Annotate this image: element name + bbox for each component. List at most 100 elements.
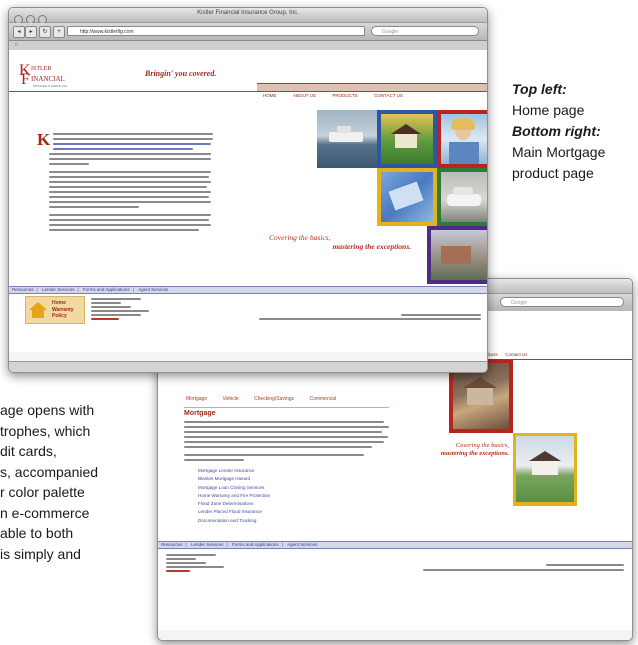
top-left-text: Home page bbox=[512, 102, 585, 118]
window-title: Kistler Financial Insurance Group, Inc. bbox=[197, 10, 299, 16]
mortgage-links-list: Mortgage Lender Insurance Blanket Mortga… bbox=[198, 467, 270, 525]
address-bar[interactable]: http://www.kistlerfig.com bbox=[67, 26, 365, 36]
footer-agent-link[interactable]: Agent Services bbox=[138, 287, 168, 292]
link-documentation[interactable]: Documentation and Tracking bbox=[198, 517, 270, 525]
text-line bbox=[184, 446, 372, 448]
footer-resources-link[interactable]: Resources bbox=[12, 287, 34, 292]
text-line bbox=[53, 148, 193, 150]
search-input[interactable]: Google bbox=[371, 26, 479, 36]
reload-button[interactable]: ↻ bbox=[39, 26, 51, 38]
screenshot-caption: Top left: Home page Bottom right: Main M… bbox=[512, 79, 605, 184]
body-line: n e-commerce bbox=[0, 504, 90, 521]
body-line: able to both bbox=[0, 525, 74, 541]
address-line bbox=[166, 554, 216, 556]
link-blanket-hazard[interactable]: Blanket Mortgage Hazard bbox=[198, 475, 270, 483]
main-nav: HOME ABOUT US PRODUCTS CONTACT US bbox=[257, 83, 487, 98]
url-text: http://www.kistlerfig.com bbox=[80, 29, 134, 35]
text-line bbox=[49, 219, 209, 221]
building-photo-tile bbox=[431, 230, 487, 280]
home-page-window: Kistler Financial Insurance Group, Inc. … bbox=[8, 7, 488, 373]
search-input[interactable]: Google bbox=[500, 297, 624, 307]
link-loan-closing[interactable]: Mortgage Loan Closing Services bbox=[198, 484, 270, 492]
footer-forms-link[interactable]: Forms and Applications bbox=[83, 287, 130, 292]
tagline: Bringin' you covered. bbox=[145, 69, 217, 78]
house-photo-tile bbox=[381, 114, 433, 164]
link-home-warranty[interactable]: Home Warranty and Fire Protection bbox=[198, 492, 270, 500]
browser-toolbar: ◂ ▸ ↻ + http://www.kistlerfig.com Google bbox=[9, 23, 487, 41]
link-flood-zone[interactable]: Flood Zone Determinations bbox=[198, 500, 270, 508]
home-warranty-badge[interactable]: Home Warranty Policy bbox=[25, 296, 85, 324]
home-footer-nav: Resources | Lender Services | Forms and Ap… bbox=[9, 286, 487, 294]
car-photo-tile bbox=[441, 172, 487, 222]
logo-line-1: ISTLER bbox=[31, 66, 52, 72]
browser-statusbar bbox=[9, 361, 487, 372]
product-heading: Mortgage bbox=[184, 410, 216, 417]
home-photo-tile bbox=[516, 436, 574, 502]
forward-button[interactable]: ▸ bbox=[25, 26, 37, 38]
copyright-line bbox=[259, 318, 481, 320]
nav-vehicle-link[interactable]: Vehicle bbox=[223, 396, 239, 402]
footer-resources-link[interactable]: Resources bbox=[161, 542, 183, 547]
text-line bbox=[49, 163, 89, 165]
logo-line-3: INSURANCE GROUP, INC. bbox=[33, 84, 69, 88]
nav-checking-link[interactable]: Checking/Savings bbox=[254, 396, 294, 402]
address-line bbox=[166, 562, 206, 564]
address-line bbox=[166, 570, 190, 572]
documents-photo-tile bbox=[381, 172, 433, 222]
footer-agent-link[interactable]: Agent Services bbox=[287, 542, 317, 547]
slogan-line-1: Covering the basics, bbox=[269, 233, 331, 242]
address-line bbox=[91, 310, 149, 312]
nav-mortgage-link[interactable]: Mortgage bbox=[186, 396, 207, 402]
back-button[interactable]: ◂ bbox=[13, 26, 25, 38]
text-line bbox=[184, 426, 389, 428]
nav-contact-link[interactable]: Contact Us bbox=[505, 352, 527, 357]
house-icon bbox=[29, 302, 47, 310]
body-line: s, accompanied bbox=[0, 463, 99, 480]
product-nav-divider bbox=[184, 407, 389, 408]
article-body-fragment: age opens with trophes, which dit cards,… bbox=[0, 400, 98, 564]
text-line bbox=[53, 138, 213, 140]
text-line bbox=[49, 214, 211, 216]
address-line bbox=[91, 302, 121, 304]
address-line bbox=[91, 306, 131, 308]
copyright-line bbox=[546, 564, 624, 566]
text-line bbox=[184, 421, 384, 423]
intro-drop-cap: K bbox=[37, 130, 51, 149]
link-lender-flood[interactable]: Lender Placed Flood Insurance bbox=[198, 508, 270, 516]
home-page-content: K F ISTLER INANCIAL INSURANCE GROUP, INC… bbox=[9, 50, 487, 352]
body-line: r color palette bbox=[0, 484, 85, 500]
body-line: dit cards, bbox=[0, 443, 57, 459]
slogan-line-2: mastering the exceptions. bbox=[440, 450, 509, 457]
text-line bbox=[49, 229, 199, 231]
search-placeholder: Google bbox=[511, 300, 528, 306]
nav-commercial-link[interactable]: Commercial bbox=[309, 396, 336, 402]
product-slogan: Covering the basics, mastering the excep… bbox=[394, 442, 509, 458]
add-bookmark-button[interactable]: + bbox=[53, 26, 65, 38]
address-line bbox=[166, 558, 196, 560]
link-lender-insurance[interactable]: Mortgage Lender Insurance bbox=[198, 467, 270, 475]
header-divider bbox=[9, 91, 487, 92]
text-line bbox=[49, 181, 211, 183]
nav-about-link[interactable]: ABOUT US bbox=[293, 93, 316, 98]
address-line bbox=[91, 318, 119, 320]
footer-lender-link[interactable]: Lender Services bbox=[191, 542, 224, 547]
text-line bbox=[49, 153, 211, 155]
bottom-right-line-2: product page bbox=[512, 165, 594, 181]
nav-products-link[interactable]: PRODUCTS bbox=[332, 93, 357, 98]
footer-lender-link[interactable]: Lender Services bbox=[42, 287, 75, 292]
text-line bbox=[49, 206, 139, 208]
text-line bbox=[49, 196, 209, 198]
text-line bbox=[49, 224, 211, 226]
slogan-line-2: mastering the exceptions. bbox=[332, 242, 411, 251]
nav-home-link[interactable]: HOME bbox=[263, 93, 277, 98]
footer-forms-link[interactable]: Forms and Applications bbox=[232, 542, 279, 547]
home-slogan: Covering the basics, mastering the excep… bbox=[261, 233, 411, 251]
address-line bbox=[166, 566, 224, 568]
address-line bbox=[91, 314, 141, 316]
text-line bbox=[49, 176, 209, 178]
product-footer-nav: Resources | Lender Services | Forms and Ap… bbox=[158, 541, 632, 549]
text-line bbox=[53, 143, 211, 145]
window-titlebar: Kistler Financial Insurance Group, Inc. bbox=[9, 8, 487, 24]
nav-contact-link[interactable]: CONTACT US bbox=[374, 93, 403, 98]
text-line bbox=[49, 191, 211, 193]
